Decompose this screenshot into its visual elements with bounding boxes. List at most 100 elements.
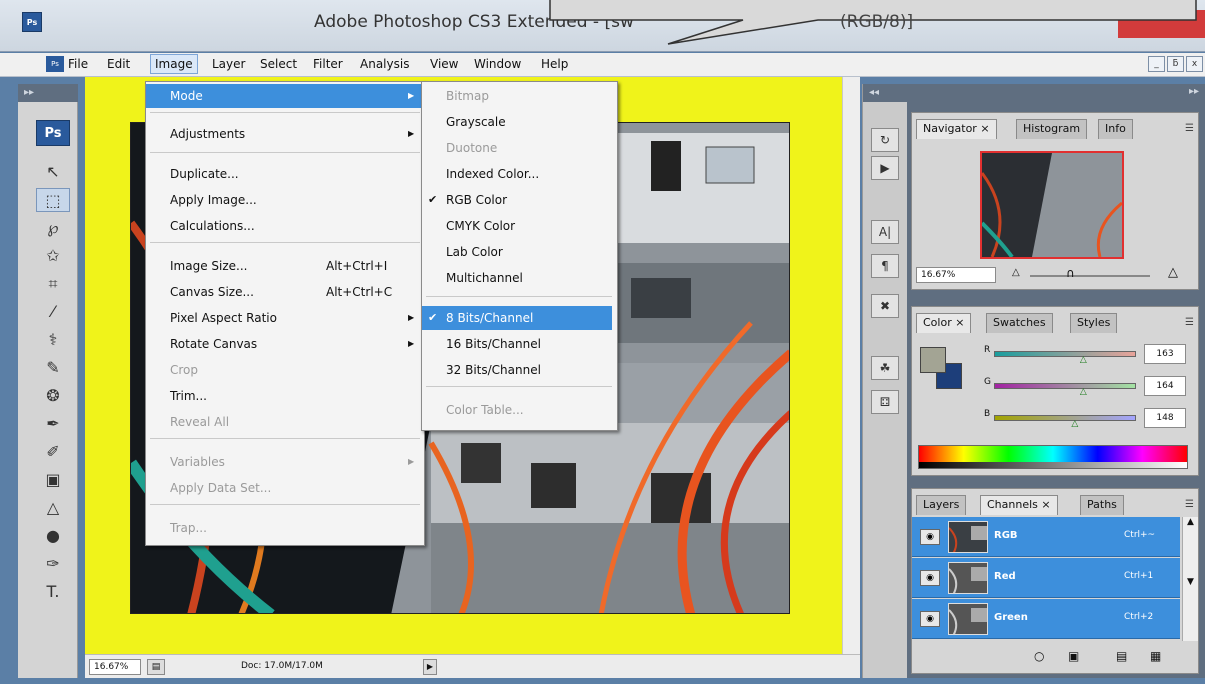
eye-icon[interactable]: ◉ <box>920 611 940 627</box>
character-icon[interactable]: A| <box>871 220 899 244</box>
mode-menu-item[interactable]: Lab Color <box>422 240 617 264</box>
clone-stamp-tool-icon[interactable]: ❂ <box>36 384 70 408</box>
dodge-tool-icon[interactable]: ● <box>36 524 70 548</box>
tab-channels[interactable]: Channels × <box>980 495 1058 515</box>
save-selection-icon[interactable]: ▣ <box>1068 649 1079 663</box>
channel-row-green[interactable]: ◉ Green Ctrl+2 <box>912 599 1180 639</box>
channel-row-red[interactable]: ◉ Red Ctrl+1 <box>912 558 1180 598</box>
panel-menu-icon[interactable]: ☰ <box>1185 123 1194 134</box>
image-menu-item[interactable]: Apply Image... <box>146 188 424 212</box>
foreground-color-swatch[interactable] <box>920 347 946 373</box>
menu-layer[interactable]: Layer <box>212 57 245 71</box>
dock-header[interactable]: ◂◂ <box>863 84 908 102</box>
zoom-out-icon[interactable]: △ <box>1012 267 1020 278</box>
tab-swatches[interactable]: Swatches <box>986 313 1053 333</box>
zoom-in-icon[interactable]: △ <box>1168 265 1178 280</box>
mode-menu-item[interactable]: Bitmap <box>422 84 617 108</box>
panel-menu-icon[interactable]: ☰ <box>1185 499 1194 510</box>
crop-tool-icon[interactable]: ⌗ <box>36 272 70 296</box>
menu-view[interactable]: View <box>430 57 458 71</box>
menu-window[interactable]: Window <box>474 57 521 71</box>
panel-column-header[interactable]: ▸▸ <box>1189 86 1199 97</box>
image-menu-item[interactable]: Crop <box>146 358 424 382</box>
color-slider-thumb[interactable]: △ <box>1071 419 1078 429</box>
load-selection-icon[interactable]: ○ <box>1034 649 1044 663</box>
color-slider-g[interactable] <box>994 383 1136 389</box>
channel-row-rgb[interactable]: ◉ RGB Ctrl+~ <box>912 517 1180 557</box>
tab-info[interactable]: Info <box>1098 119 1133 139</box>
image-menu-item[interactable]: Calculations... <box>146 214 424 238</box>
image-menu-item[interactable]: Apply Data Set... <box>146 476 424 500</box>
lasso-tool-icon[interactable]: ℘ <box>36 216 70 240</box>
mode-menu-item[interactable]: ✔ 8 Bits/Channel <box>422 306 612 330</box>
brush-tool-icon[interactable]: ✎ <box>36 356 70 380</box>
mode-menu-item[interactable]: 32 Bits/Channel <box>422 358 617 382</box>
menu-select[interactable]: Select <box>260 57 297 71</box>
mode-menu-item[interactable]: Color Table... <box>422 398 617 422</box>
eraser-tool-icon[interactable]: ✐ <box>36 440 70 464</box>
status-info-icon[interactable]: ▤ <box>147 659 165 675</box>
healing-brush-tool-icon[interactable]: ⚕ <box>36 328 70 352</box>
color-value-g[interactable]: 164 <box>1144 376 1186 396</box>
color-value-b[interactable]: 148 <box>1144 408 1186 428</box>
document-icon[interactable]: Ps <box>46 56 64 72</box>
image-menu-item[interactable]: Trap... <box>146 516 424 540</box>
tab-paths[interactable]: Paths <box>1080 495 1124 515</box>
history-brush-tool-icon[interactable]: ✒ <box>36 412 70 436</box>
image-menu-item[interactable]: Reveal All <box>146 410 424 434</box>
color-slider-thumb[interactable]: △ <box>1080 355 1087 365</box>
menu-analysis[interactable]: Analysis <box>360 57 409 71</box>
color-slider-thumb[interactable]: △ <box>1080 387 1087 397</box>
image-menu-item[interactable]: Pixel Aspect Ratio ▶ <box>146 306 424 330</box>
move-tool-icon[interactable]: ↖ <box>36 160 70 184</box>
photoshop-app-icon[interactable]: Ps <box>22 12 42 32</box>
gradient-tool-icon[interactable]: ▣ <box>36 468 70 492</box>
color-slider-r[interactable] <box>994 351 1136 357</box>
panel-menu-icon[interactable]: ☰ <box>1185 317 1194 328</box>
tab-styles[interactable]: Styles <box>1070 313 1118 333</box>
image-menu-item[interactable]: Mode ▶ <box>146 84 424 108</box>
image-menu-item[interactable]: Rotate Canvas ▶ <box>146 332 424 356</box>
marquee-tool-icon[interactable]: ⬚ <box>36 188 70 212</box>
clone-source-icon[interactable]: ⚃ <box>871 390 899 414</box>
mode-menu-item[interactable]: Duotone <box>422 136 617 160</box>
color-slider-b[interactable] <box>994 415 1136 421</box>
mode-menu-item[interactable]: ✔ RGB Color <box>422 188 617 212</box>
image-menu-item[interactable]: Duplicate... <box>146 162 424 186</box>
channels-scrollbar[interactable]: ▲ ▼ <box>1182 517 1198 641</box>
photoshop-logo[interactable]: Ps <box>36 120 70 146</box>
canvas-vertical-scrollbar[interactable] <box>842 77 860 654</box>
new-channel-icon[interactable]: ▤ <box>1116 649 1127 663</box>
color-value-r[interactable]: 163 <box>1144 344 1186 364</box>
doc-close-button[interactable]: x <box>1186 56 1203 72</box>
eye-icon[interactable]: ◉ <box>920 570 940 586</box>
doc-restore-button[interactable]: ƃ <box>1167 56 1184 72</box>
history-icon[interactable]: ↻ <box>871 128 899 152</box>
menu-help[interactable]: Help <box>541 57 568 71</box>
delete-channel-icon[interactable]: ▦ <box>1150 649 1161 663</box>
status-menu-arrow-icon[interactable]: ▶ <box>423 659 437 675</box>
zoom-slider-thumb[interactable]: ∩ <box>1066 266 1075 280</box>
pen-tool-icon[interactable]: ✑ <box>36 552 70 576</box>
slice-tool-icon[interactable]: ⁄ <box>36 300 70 324</box>
image-menu-item[interactable]: Variables ▶ <box>146 450 424 474</box>
mode-menu-item[interactable]: 16 Bits/Channel <box>422 332 617 356</box>
navigator-zoom-field[interactable]: 16.67% <box>916 267 996 283</box>
mode-menu-item[interactable]: Grayscale <box>422 110 617 134</box>
tab-layers[interactable]: Layers <box>916 495 967 515</box>
menu-filter[interactable]: Filter <box>313 57 343 71</box>
mode-menu-item[interactable]: Indexed Color... <box>422 162 617 186</box>
mode-menu-item[interactable]: Multichannel <box>422 266 617 290</box>
tab-color[interactable]: Color × <box>916 313 972 333</box>
image-menu-item[interactable]: Trim... <box>146 384 424 408</box>
paragraph-icon[interactable]: ¶ <box>871 254 899 278</box>
eye-icon[interactable]: ◉ <box>920 529 940 545</box>
actions-icon[interactable]: ▶ <box>871 156 899 180</box>
navigator-preview[interactable] <box>980 151 1124 259</box>
menu-image[interactable]: Image <box>150 54 198 74</box>
brushes-icon[interactable]: ☘ <box>871 356 899 380</box>
mode-menu-item[interactable]: CMYK Color <box>422 214 617 238</box>
image-menu-item[interactable]: Canvas Size... Alt+Ctrl+C <box>146 280 424 304</box>
image-menu-item[interactable]: Image Size... Alt+Ctrl+I <box>146 254 424 278</box>
tool-presets-icon[interactable]: ✖ <box>871 294 899 318</box>
